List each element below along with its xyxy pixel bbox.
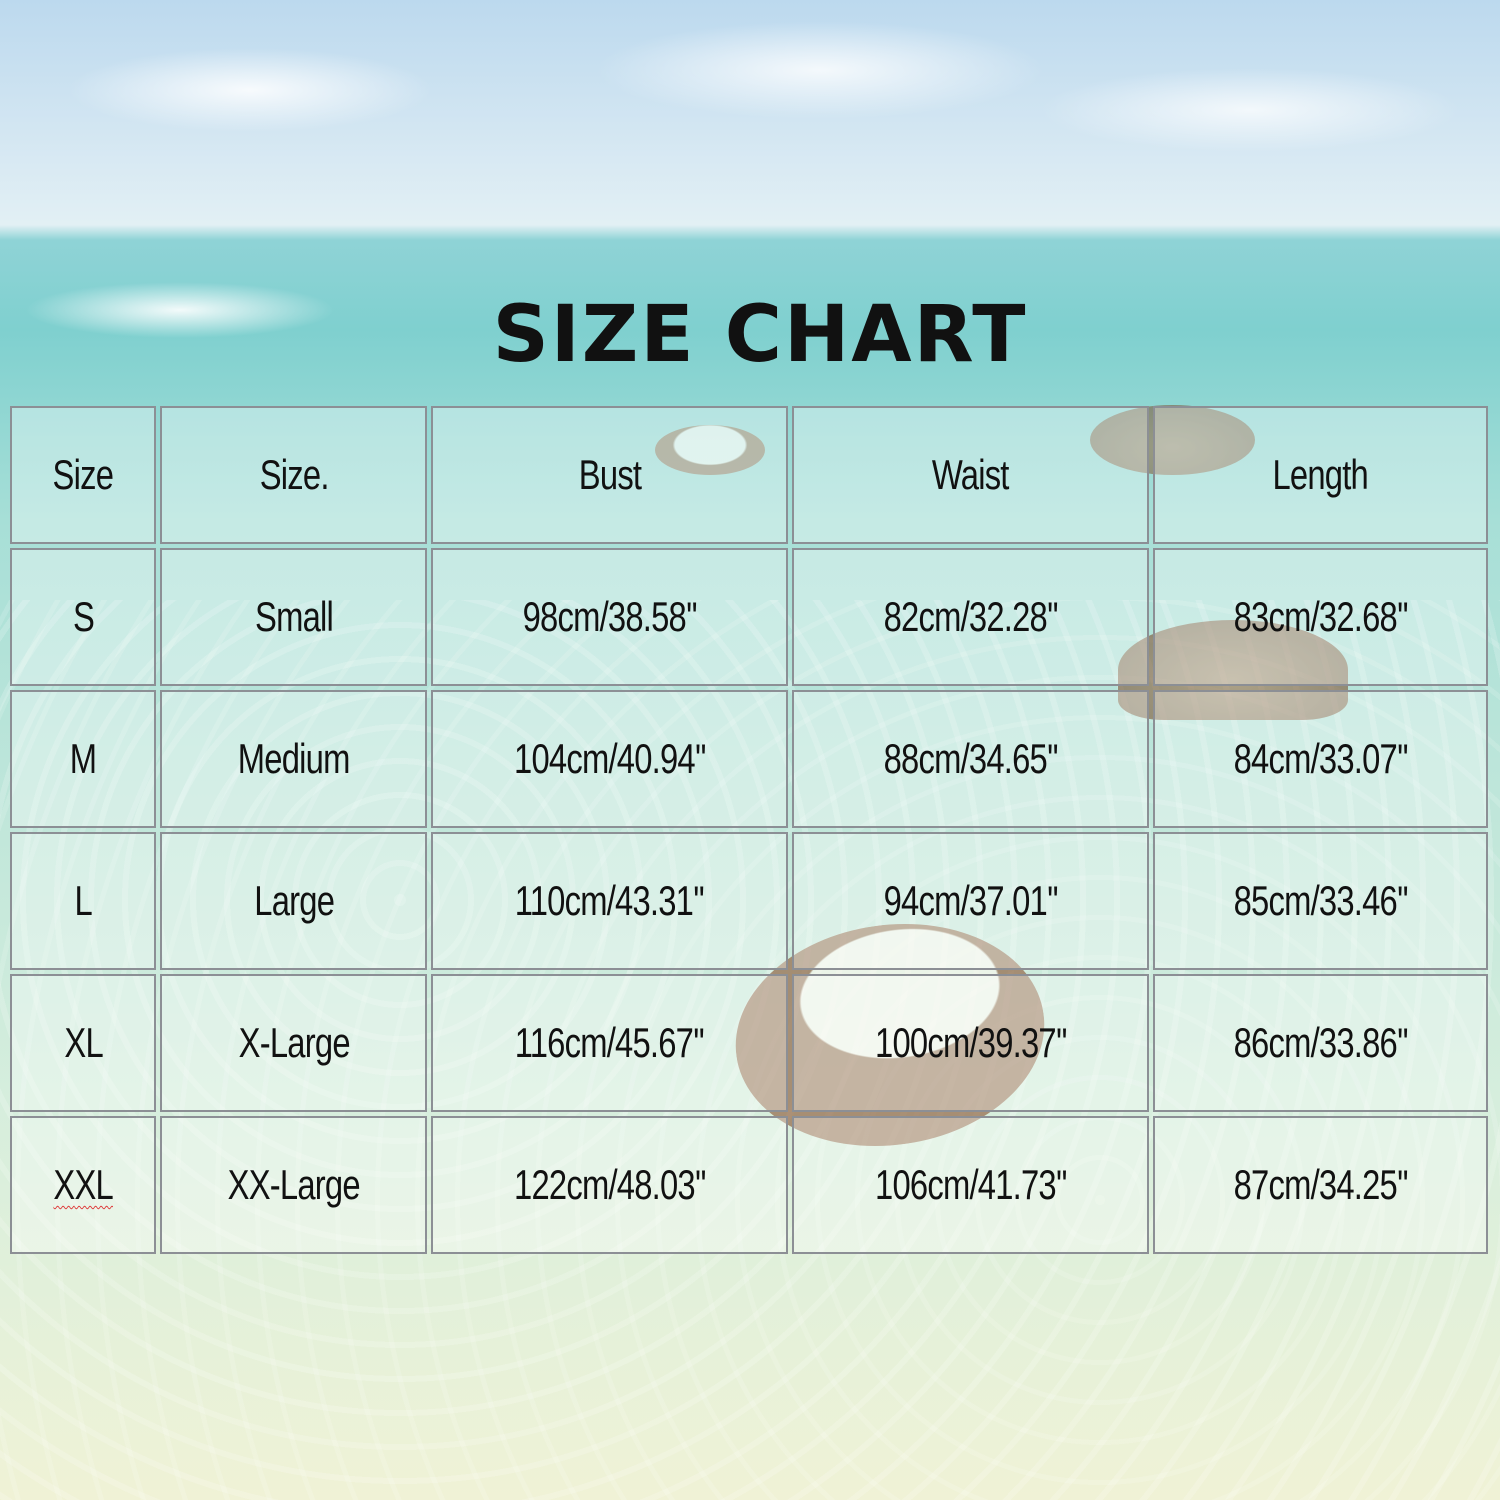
table-row: M Medium 104cm/40.94'' 88cm/34.65'' 84cm… — [10, 690, 1488, 828]
size-name-cell: XX-Large — [160, 1116, 428, 1254]
size-code-cell: XXL — [10, 1116, 157, 1254]
length-cell: 83cm/32.68'' — [1153, 548, 1488, 686]
length-cell: 86cm/33.86'' — [1153, 974, 1488, 1112]
bust-cell: 122cm/48.03'' — [431, 1116, 789, 1254]
header-cell: Waist — [792, 406, 1150, 544]
header-cell: Size — [10, 406, 157, 544]
size-table: Size Size. Bust Waist Length S Small 98c… — [6, 402, 1492, 1258]
waist-cell: 94cm/37.01'' — [792, 832, 1150, 970]
waist-cell: 100cm/39.37'' — [792, 974, 1150, 1112]
bust-cell: 104cm/40.94'' — [431, 690, 789, 828]
table-row: XXL XX-Large 122cm/48.03'' 106cm/41.73''… — [10, 1116, 1488, 1254]
size-code-cell: M — [10, 690, 157, 828]
length-cell: 85cm/33.46'' — [1153, 832, 1488, 970]
bust-cell: 116cm/45.67'' — [431, 974, 789, 1112]
length-cell: 87cm/34.25'' — [1153, 1116, 1488, 1254]
size-name-cell: X-Large — [160, 974, 428, 1112]
size-code-cell: L — [10, 832, 157, 970]
size-name-cell: Large — [160, 832, 428, 970]
waist-cell: 106cm/41.73'' — [792, 1116, 1150, 1254]
size-code-cell: S — [10, 548, 157, 686]
size-code-cell: XL — [10, 974, 157, 1112]
size-name-cell: Medium — [160, 690, 428, 828]
page-title: SIZE CHART — [492, 290, 1028, 380]
table-row: S Small 98cm/38.58'' 82cm/32.28'' 83cm/3… — [10, 548, 1488, 686]
header-cell: Size. — [160, 406, 428, 544]
waist-cell: 82cm/32.28'' — [792, 548, 1150, 686]
header-cell: Bust — [431, 406, 789, 544]
size-name-cell: Small — [160, 548, 428, 686]
bust-cell: 98cm/38.58'' — [431, 548, 789, 686]
table-header-row: Size Size. Bust Waist Length — [10, 406, 1488, 544]
bust-cell: 110cm/43.31'' — [431, 832, 789, 970]
length-cell: 84cm/33.07'' — [1153, 690, 1488, 828]
header-cell: Length — [1153, 406, 1488, 544]
waist-cell: 88cm/34.65'' — [792, 690, 1150, 828]
table-row: L Large 110cm/43.31'' 94cm/37.01'' 85cm/… — [10, 832, 1488, 970]
table-row: XL X-Large 116cm/45.67'' 100cm/39.37'' 8… — [10, 974, 1488, 1112]
